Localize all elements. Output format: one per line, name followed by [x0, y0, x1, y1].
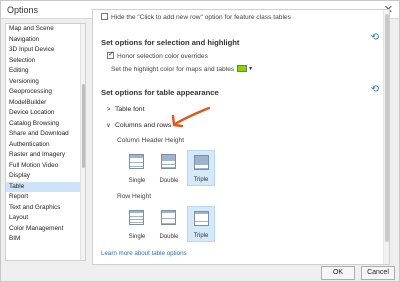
sidebar-item-share-and-download[interactable]: Share and Download [6, 129, 85, 140]
options-sidebar: Map and Scene Navigation 3D Input Device Se… [5, 23, 86, 261]
honor-overrides-label: Honor selection color overrides [117, 53, 208, 60]
highlight-color-swatch[interactable] [237, 65, 248, 72]
option-label: Triple [193, 233, 209, 239]
appearance-section-heading: Set options for table appearance [101, 88, 219, 97]
row-double-icon [161, 210, 176, 225]
chevron-down-icon[interactable]: ▼ [248, 66, 253, 72]
row-height-label: Row Height [117, 193, 152, 200]
sidebar-item-editing[interactable]: Editing [6, 66, 85, 77]
hide-new-row-checkbox[interactable] [101, 13, 108, 20]
option-label: Triple [193, 177, 209, 183]
sidebar-item-device-location[interactable]: Device Location [6, 108, 85, 119]
column-header-single-option[interactable]: Single [123, 150, 151, 186]
sidebar-item-table[interactable]: Table [6, 181, 85, 192]
highlight-color-label: Set the highlight color for maps and tab… [111, 66, 235, 73]
sidebar-item-bim[interactable]: BIM [6, 234, 85, 245]
table-font-label: Table font [115, 106, 145, 113]
cancel-button-label: Cancel [367, 269, 389, 276]
content-scroll-thumb[interactable] [385, 14, 389, 242]
row-single-icon [129, 210, 144, 225]
sidebar-item-versioning[interactable]: Versioning [6, 77, 85, 88]
sidebar-scroll-thumb[interactable] [82, 84, 85, 168]
sidebar-list: Map and Scene Navigation 3D Input Device Se… [6, 24, 85, 245]
sidebar-item-authentication[interactable]: Authentication [6, 140, 85, 151]
column-header-height-label: Column Header Height [117, 137, 185, 144]
sidebar-item-raster-and-imagery[interactable]: Raster and Imagery [6, 150, 85, 161]
header-triple-icon [194, 155, 209, 170]
option-label: Double [159, 234, 179, 240]
ok-button-label: OK [332, 269, 344, 276]
honor-overrides-checkbox[interactable] [107, 50, 114, 59]
chevron-right-icon: > [107, 107, 111, 113]
option-label: Single [128, 234, 146, 240]
highlight-color-row: Set the highlight color for maps and tab… [111, 65, 253, 73]
options-content: Hide the "Click to add new row" option f… [92, 9, 390, 265]
columns-rows-label: Columns and rows [115, 122, 172, 129]
sidebar-item-modelbuilder[interactable]: ModelBuilder [6, 98, 85, 109]
reset-appearance-icon[interactable]: ⟲ [371, 84, 379, 95]
row-height-single-option[interactable]: Single [123, 206, 151, 242]
row-height-triple-option[interactable]: Triple [187, 206, 215, 242]
column-header-double-option[interactable]: Double [155, 150, 183, 186]
sidebar-item-navigation[interactable]: Navigation [6, 35, 85, 46]
sidebar-item-display[interactable]: Display [6, 171, 85, 182]
header-single-icon [129, 154, 144, 169]
column-header-triple-option[interactable]: Triple [187, 150, 215, 186]
ok-button[interactable]: OK [321, 266, 355, 280]
options-window: Options ✕ Map and SceneNavigation3D Inpu… [0, 0, 400, 282]
table-font-expander[interactable]: > Table font [107, 106, 144, 113]
chevron-down-icon: v [107, 123, 110, 129]
sidebar-item-3d-input-device[interactable]: 3D Input Device [6, 45, 85, 56]
sidebar-item-full-motion-video[interactable]: Full Motion Video [6, 161, 85, 172]
selection-section-heading: Set options for selection and highlight [101, 38, 240, 47]
reset-selection-icon[interactable]: ⟲ [371, 32, 379, 43]
row-triple-icon [194, 211, 209, 226]
row-height-double-option[interactable]: Double [155, 206, 183, 242]
sidebar-item-selection[interactable]: Selection [6, 56, 85, 67]
header-double-icon [161, 154, 176, 169]
honor-overrides-option[interactable]: Honor selection color overrides [107, 50, 208, 60]
annotation-arrow [171, 106, 211, 128]
sidebar-scrollbar[interactable] [80, 24, 85, 260]
hide-new-row-option[interactable]: Hide the "Click to add new row" option f… [101, 13, 291, 21]
sidebar-item-color-management[interactable]: Color Management [6, 224, 85, 235]
option-label: Double [159, 178, 179, 184]
sidebar-item-catalog-browsing[interactable]: Catalog Browsing [6, 119, 85, 130]
sidebar-item-layout[interactable]: Layout [6, 213, 85, 224]
option-label: Single [128, 178, 146, 184]
sidebar-item-report[interactable]: Report [6, 192, 85, 203]
cancel-button[interactable]: Cancel [361, 266, 395, 280]
sidebar-item-text-and-graphics[interactable]: Text and Graphics [6, 203, 85, 214]
learn-more-link[interactable]: Learn more about table options [101, 250, 187, 257]
columns-rows-expander[interactable]: v Columns and rows [107, 122, 171, 129]
sidebar-item-map-and-scene[interactable]: Map and Scene [6, 24, 85, 35]
sidebar-item-geoprocessing[interactable]: Geoprocessing [6, 87, 85, 98]
window-title: Options [7, 5, 39, 15]
content-scrollbar[interactable] [383, 10, 389, 264]
hide-new-row-label: Hide the "Click to add new row" option f… [111, 14, 291, 21]
